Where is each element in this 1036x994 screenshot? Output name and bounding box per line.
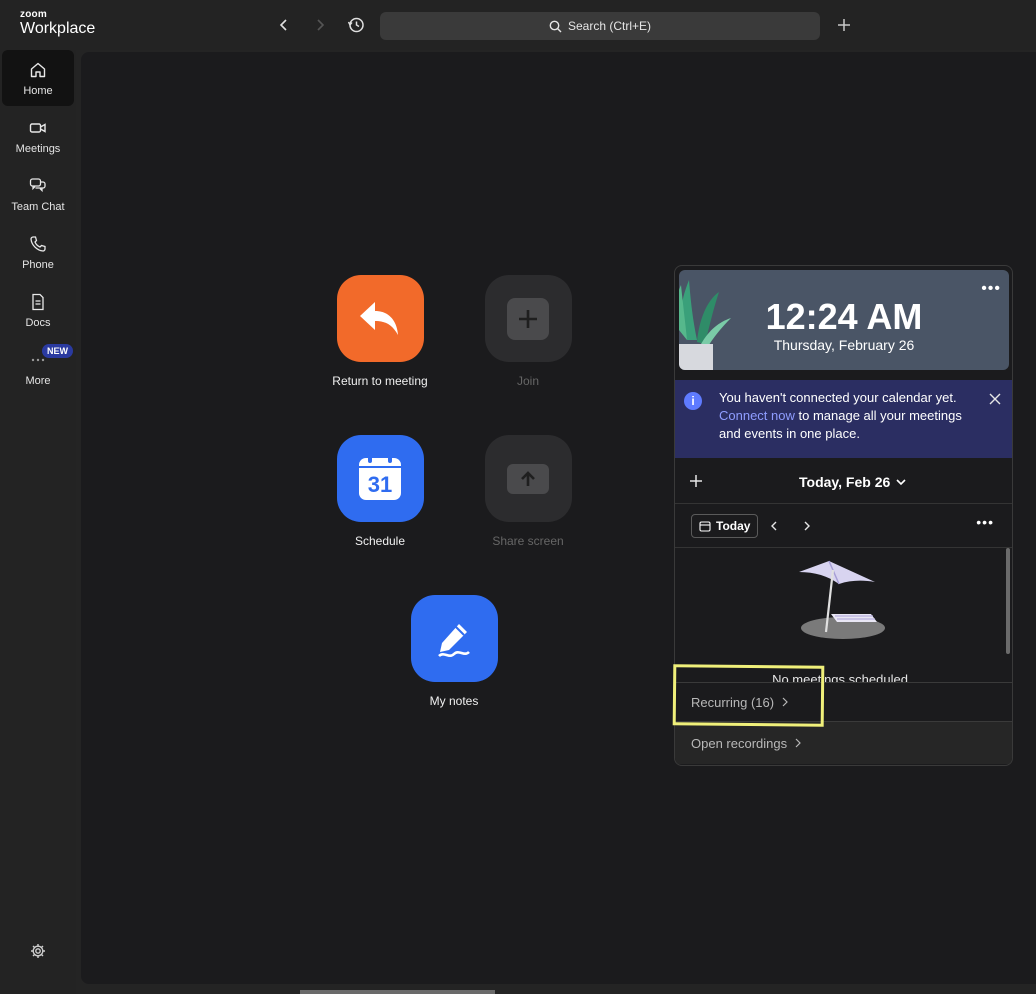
empty-state: No meetings scheduled — [675, 548, 1012, 682]
gear-icon — [31, 944, 45, 958]
plus-icon — [690, 475, 702, 487]
sidebar-item-label: Home — [23, 84, 53, 97]
info-icon: i — [684, 392, 702, 410]
share-screen-button[interactable] — [484, 435, 572, 522]
calendar-header: Today, Feb 26 — [675, 460, 1012, 504]
history-icon — [347, 17, 364, 33]
plus-icon — [507, 297, 549, 340]
calendar-toolbar: Today ••• — [675, 506, 1012, 548]
my-notes-label: My notes — [429, 694, 479, 708]
recurring-label: Recurring (16) — [691, 694, 775, 710]
chevron-left-icon — [279, 19, 287, 31]
new-badge: NEW — [42, 343, 73, 358]
settings-button[interactable] — [28, 941, 48, 961]
join-tile[interactable]: Join — [453, 275, 603, 388]
new-button[interactable] — [834, 15, 854, 35]
today-button[interactable]: Today — [691, 514, 759, 538]
share-screen-icon — [507, 463, 549, 494]
calendar-panel: 12:24 AM Thursday, February 26 ••• i You… — [674, 265, 1013, 766]
search-placeholder: Search (Ctrl+E) — [567, 19, 652, 33]
connect-now-link[interactable]: Connect now — [719, 408, 795, 423]
forward-button[interactable] — [310, 15, 330, 35]
day-title: Today, Feb 26 — [799, 474, 891, 490]
sidebar-item-more[interactable]: NEW More — [2, 340, 74, 396]
scrollbar[interactable] — [1006, 548, 1010, 654]
join-label: Join — [516, 374, 539, 388]
phone-icon — [28, 234, 48, 254]
calendar-day-number: 31 — [367, 471, 393, 497]
my-notes-tile[interactable]: My notes — [379, 595, 529, 708]
add-event-button[interactable] — [687, 472, 705, 490]
open-recordings-link[interactable]: Open recordings — [675, 722, 1012, 764]
calendar-more-button[interactable]: ••• — [976, 514, 994, 530]
sidebar-item-meetings[interactable]: Meetings — [2, 108, 74, 164]
brand-small: zoom — [20, 9, 47, 20]
clock-date: Thursday, February 26 — [773, 337, 915, 353]
search-bar[interactable]: Search (Ctrl+E) — [380, 12, 820, 40]
chevron-right-icon — [795, 738, 801, 748]
calendar-small-icon — [699, 521, 711, 532]
close-icon — [989, 393, 1001, 405]
next-day-button[interactable] — [800, 518, 814, 534]
app-logo: zoom Workplace — [20, 10, 95, 37]
clock-card: 12:24 AM Thursday, February 26 ••• — [679, 270, 1009, 370]
recurring-meetings-link[interactable]: Recurring (16) — [675, 682, 1012, 722]
sidebar-item-label: Meetings — [15, 142, 61, 155]
sidebar-item-label: Phone — [22, 258, 54, 271]
close-banner-button[interactable] — [988, 392, 1002, 406]
pencil-note-icon — [438, 623, 470, 657]
return-to-meeting-button[interactable] — [336, 275, 424, 362]
day-selector[interactable]: Today, Feb 26 — [799, 474, 906, 490]
chevron-right-icon — [782, 697, 788, 707]
banner-line-1: You haven't connected your calendar yet. — [719, 390, 957, 405]
prev-day-button[interactable] — [767, 518, 781, 534]
join-button[interactable] — [484, 275, 572, 362]
brand-large: Workplace — [20, 20, 96, 37]
back-button[interactable] — [274, 15, 294, 35]
chevron-down-icon — [896, 479, 906, 486]
share-screen-tile[interactable]: Share screen — [453, 435, 603, 548]
calendar-icon: 31 — [359, 452, 401, 500]
clock-more-button[interactable]: ••• — [981, 281, 1001, 297]
title-bar: zoom Workplace Search (Ctrl+E) — [0, 0, 1036, 50]
sidebar-item-phone[interactable]: Phone — [2, 224, 74, 280]
calendar-connect-banner: i You haven't connected your calendar ye… — [675, 380, 1012, 458]
chevron-right-icon — [317, 19, 325, 31]
my-notes-button[interactable] — [410, 595, 498, 682]
open-recordings-label: Open recordings — [691, 735, 788, 751]
return-to-meeting-tile[interactable]: Return to meeting — [305, 275, 455, 388]
today-label: Today — [716, 519, 751, 533]
sidebar-item-docs[interactable]: Docs — [2, 282, 74, 338]
schedule-tile[interactable]: 31 Schedule — [305, 435, 455, 548]
plus-icon — [838, 19, 850, 31]
search-icon — [549, 20, 562, 32]
reply-arrow-icon — [360, 301, 398, 335]
schedule-button[interactable]: 31 — [336, 435, 424, 522]
sidebar-item-team-chat[interactable]: Team Chat — [2, 166, 74, 222]
taskbar-strip — [300, 990, 495, 994]
beach-umbrella-illustration — [799, 560, 885, 639]
sidebar-item-label: More — [25, 374, 51, 387]
chevron-left-icon — [771, 521, 777, 531]
home-icon — [28, 60, 48, 80]
chevron-right-icon — [804, 521, 810, 531]
history-button[interactable] — [346, 15, 366, 35]
sidebar-item-home[interactable]: Home — [2, 50, 74, 106]
clock-time: 12:24 AM — [765, 296, 923, 337]
chat-icon — [28, 176, 48, 196]
sidebar: Home Meetings Team Chat Phone Docs NEW M… — [0, 50, 76, 994]
more-icon: NEW — [28, 343, 73, 370]
sidebar-item-label: Team Chat — [11, 200, 65, 213]
sidebar-item-label: Docs — [25, 316, 51, 329]
schedule-label: Schedule — [354, 534, 406, 548]
share-screen-label: Share screen — [492, 534, 564, 548]
empty-message: No meetings scheduled — [772, 672, 908, 682]
video-icon — [28, 118, 48, 138]
banner-text: You haven't connected your calendar yet.… — [719, 389, 981, 443]
return-to-meeting-label: Return to meeting — [332, 374, 428, 388]
docs-icon — [28, 292, 48, 312]
